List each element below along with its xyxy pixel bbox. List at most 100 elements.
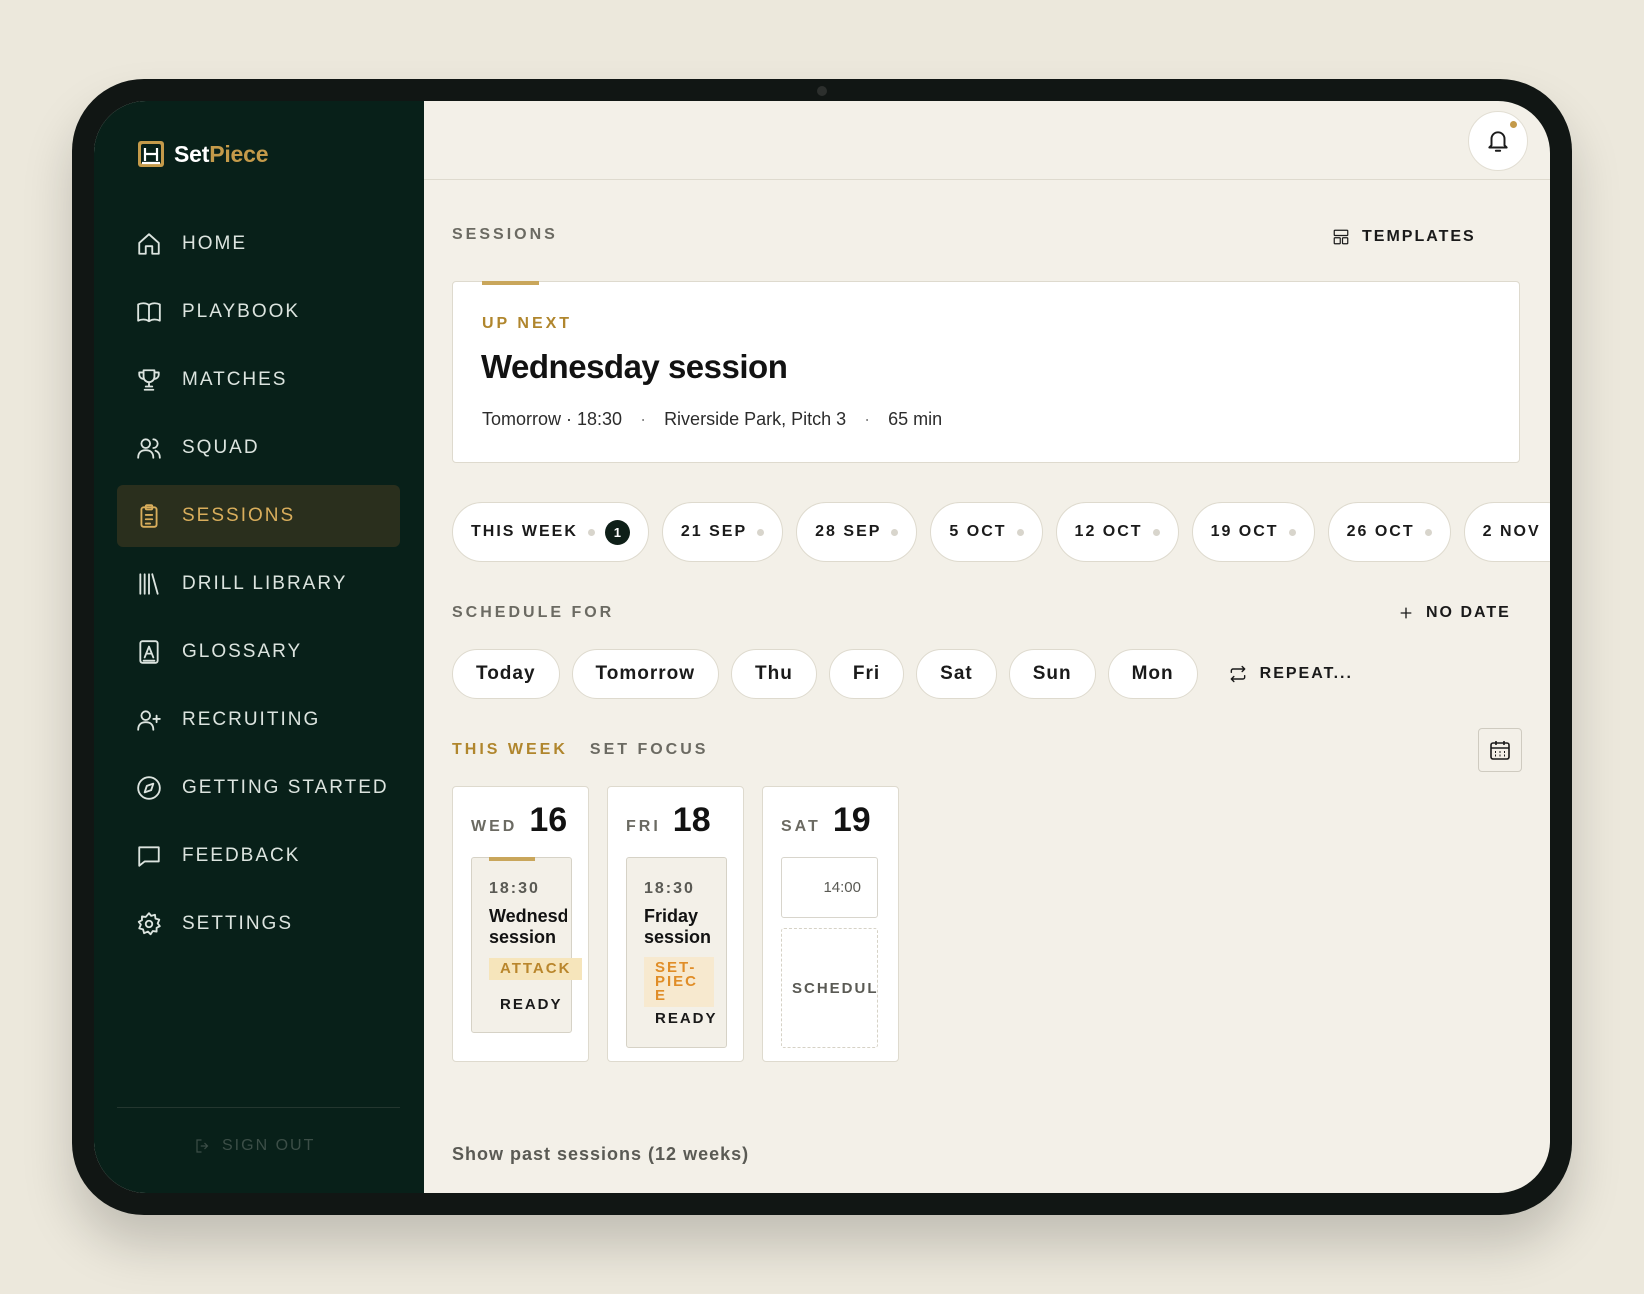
day-column-sat: SAT 19 14:00 SCHEDULE — [762, 786, 899, 1062]
day-header: WED 16 — [471, 801, 567, 840]
notification-dot — [1508, 119, 1519, 130]
week-day-columns: WED 16 18:30 Wednesday session ATTACK RE… — [452, 786, 899, 1062]
sidebar-item-home[interactable]: HOME — [117, 213, 400, 275]
templates-button[interactable]: TEMPLATES — [1332, 228, 1476, 246]
session-accent-bar — [489, 857, 535, 861]
week-chip-label: 2 NOV — [1482, 523, 1541, 540]
gear-icon — [136, 911, 162, 937]
home-icon — [136, 231, 162, 257]
sidebar-item-getting-started[interactable]: GETTING STARTED — [117, 757, 400, 819]
day-chip-thu[interactable]: Thu — [731, 649, 817, 699]
day-header: SAT 19 — [781, 801, 871, 840]
day-column-fri: FRI 18 18:30 Friday session SET-PIECE RE… — [607, 786, 744, 1062]
up-next-when: Tomorrow · 18:30 — [482, 409, 623, 429]
sidebar-item-sessions[interactable]: SESSIONS — [117, 485, 400, 547]
week-chip[interactable]: 5 OCT — [930, 502, 1043, 562]
week-chip[interactable]: 12 OCT — [1055, 502, 1179, 562]
time-slot[interactable]: 14:00 — [781, 857, 878, 918]
week-indicator-dot — [757, 528, 765, 536]
session-time: 18:30 — [489, 880, 540, 897]
session-title: Wednesday session — [489, 906, 567, 947]
sidebar-item-label: RECRUITING — [182, 709, 321, 730]
week-chip[interactable]: 21 SEP — [661, 502, 784, 562]
users-icon — [136, 435, 162, 461]
templates-icon — [1333, 229, 1349, 245]
up-next-accent-bar — [482, 281, 539, 285]
app-screen: SetPiece HOME PLAYBOOK MATCHES SQUAD SES… — [94, 101, 1550, 1193]
up-next-card[interactable]: UP NEXT Wednesday session Tomorrow · 18:… — [452, 281, 1520, 463]
focus-tag: ATTACK — [489, 958, 583, 980]
sidebar-item-label: SETTINGS — [182, 913, 294, 934]
week-chip-label: 28 SEP — [815, 523, 882, 540]
clipboard-icon — [136, 503, 162, 529]
plus-icon — [1400, 607, 1412, 619]
message-icon — [136, 843, 162, 869]
day-abbr: FRI — [626, 818, 661, 835]
sidebar-divider — [117, 1107, 400, 1108]
user-plus-icon — [136, 707, 162, 733]
glossary-icon — [136, 639, 162, 665]
bell-icon — [1488, 131, 1508, 152]
week-chip[interactable]: 19 OCT — [1191, 502, 1315, 562]
session-tile[interactable]: 18:30 Friday session SET-PIECE READY — [626, 857, 727, 1048]
tab-set-focus[interactable]: SET FOCUS — [590, 741, 709, 759]
show-past-sessions-link[interactable]: Show past sessions (12 weeks) — [452, 1144, 749, 1165]
sign-out-button[interactable]: SIGN OUT — [194, 1137, 315, 1155]
tablet-frame: SetPiece HOME PLAYBOOK MATCHES SQUAD SES… — [72, 79, 1572, 1215]
app-logo[interactable]: SetPiece — [136, 139, 269, 169]
sidebar-item-label: FEEDBACK — [182, 845, 301, 866]
sidebar-item-label: MATCHES — [182, 369, 288, 390]
week-selector: THIS WEEK 1 21 SEP 28 SEP 5 OCT 12 OCT 1… — [452, 502, 1550, 562]
sidebar-item-label: GETTING STARTED — [182, 777, 389, 798]
sidebar-item-label: GLOSSARY — [182, 641, 303, 662]
sidebar-item-glossary[interactable]: GLOSSARY — [117, 621, 400, 683]
repeat-label: REPEAT... — [1259, 665, 1353, 682]
sidebar-item-squad[interactable]: SQUAD — [117, 417, 400, 479]
week-chip[interactable]: 2 NOV — [1463, 502, 1550, 562]
no-date-button[interactable]: NO DATE — [1398, 604, 1511, 622]
sidebar-item-feedback[interactable]: FEEDBACK — [117, 825, 400, 887]
top-bar — [424, 101, 1550, 180]
day-chip-tomorrow[interactable]: Tomorrow — [571, 649, 720, 699]
week-indicator-dot — [891, 528, 899, 536]
week-chip[interactable]: 28 SEP — [796, 502, 918, 562]
calendar-button[interactable] — [1478, 728, 1522, 772]
sidebar-item-label: HOME — [182, 233, 247, 254]
up-next-meta: Tomorrow · 18:30 · Riverside Park, Pitch… — [482, 409, 942, 430]
page-title: SESSIONS — [452, 226, 558, 243]
repeat-button[interactable]: REPEAT... — [1228, 664, 1353, 684]
up-next-location: Riverside Park, Pitch 3 — [664, 409, 847, 429]
focus-tag: SET-PIECE — [644, 957, 714, 1007]
sidebar-item-recruiting[interactable]: RECRUITING — [117, 689, 400, 751]
compass-icon — [136, 775, 162, 801]
day-quick-picks: Today Tomorrow Thu Fri Sat Sun Mon REPEA… — [452, 649, 1353, 699]
week-indicator-dot — [1288, 528, 1296, 536]
sidebar-item-settings[interactable]: SETTINGS — [117, 893, 400, 955]
tab-this-week[interactable]: THIS WEEK — [452, 741, 568, 759]
day-chip-sun[interactable]: Sun — [1008, 649, 1096, 699]
sidebar-item-matches[interactable]: MATCHES — [117, 349, 400, 411]
sidebar-item-drill-library[interactable]: DRILL LIBRARY — [117, 553, 400, 615]
session-status: READY — [500, 996, 563, 1013]
week-tabs: THIS WEEK SET FOCUS — [452, 741, 708, 759]
day-abbr: WED — [471, 818, 518, 835]
templates-label: TEMPLATES — [1362, 228, 1476, 245]
week-chip-this-week[interactable]: THIS WEEK 1 — [452, 502, 649, 562]
session-tile[interactable]: 18:30 Wednesday session ATTACK READY — [471, 857, 583, 1033]
week-indicator-dot — [587, 528, 595, 536]
calendar-icon — [1490, 741, 1510, 760]
session-time: 18:30 — [644, 880, 695, 897]
notifications-button[interactable] — [1468, 111, 1528, 171]
setpiece-logo-icon — [138, 141, 164, 167]
sidebar-item-playbook[interactable]: PLAYBOOK — [117, 281, 400, 343]
week-chip[interactable]: 26 OCT — [1327, 502, 1451, 562]
day-chip-sat[interactable]: Sat — [916, 649, 997, 699]
day-chip-mon[interactable]: Mon — [1107, 649, 1198, 699]
schedule-slot-button[interactable]: SCHEDULE — [781, 928, 878, 1048]
day-chip-fri[interactable]: Fri — [828, 649, 905, 699]
logout-icon — [196, 1139, 209, 1153]
day-number: 16 — [529, 801, 568, 839]
day-chip-today[interactable]: Today — [452, 649, 560, 699]
repeat-icon — [1230, 665, 1246, 683]
week-chip-label: THIS WEEK — [471, 523, 578, 540]
